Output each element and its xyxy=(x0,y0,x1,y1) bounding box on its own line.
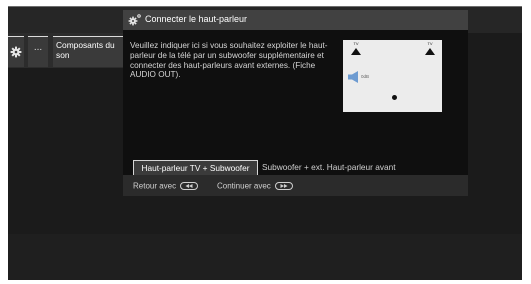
tab-settings[interactable] xyxy=(8,36,24,67)
bottom-bar xyxy=(8,234,522,280)
left-speaker-label: TV xyxy=(353,41,359,46)
right-speaker-label: TV xyxy=(427,41,433,46)
tv-screen: ... Composants du son Connecter le haut-… xyxy=(8,6,522,280)
back-hint-label: Retour avec xyxy=(133,181,177,191)
fast-forward-button-icon xyxy=(275,181,294,190)
back-hint[interactable]: Retour avec xyxy=(133,181,199,191)
left-tv-speaker-icon: TV xyxy=(349,42,363,56)
continue-hint-label: Continuer avec xyxy=(217,181,271,191)
right-tv-speaker-icon: TV xyxy=(423,42,437,56)
rewind-button-icon xyxy=(180,181,199,190)
continue-hint[interactable]: Continuer avec xyxy=(217,181,294,191)
option-subwoofer-front-speakers[interactable]: Subwoofer + ext. Haut-parleur avant xyxy=(262,160,413,174)
tab-sound-components[interactable]: Composants du son xyxy=(53,36,124,67)
dialog-footer: Retour avec Continuer avec xyxy=(123,175,468,196)
option-tv-speaker-subwoofer[interactable]: Haut-parleur TV + Subwoofer xyxy=(133,160,258,176)
gear-icon xyxy=(128,13,142,31)
tab-sound-components-label: Composants du son xyxy=(56,40,115,60)
dialog-description: Veuillez indiquer ici si vous souhaitez … xyxy=(130,41,328,80)
dialog-header: Connecter le haut-parleur xyxy=(123,10,468,30)
tab-more[interactable]: ... xyxy=(28,36,48,67)
dialog-title: Connecter le haut-parleur xyxy=(145,14,248,24)
gear-icon xyxy=(10,45,22,63)
dialog-content: Veuillez indiquer ici si vous souhaitez … xyxy=(123,30,468,176)
volume-level-label: 0dB xyxy=(361,74,370,79)
speaker-diagram: TV TV 0dB xyxy=(343,40,442,112)
speaker-volume-icon xyxy=(348,70,360,88)
listener-dot-icon xyxy=(392,95,397,100)
connect-speaker-dialog: Connecter le haut-parleur Veuillez indiq… xyxy=(123,10,468,196)
